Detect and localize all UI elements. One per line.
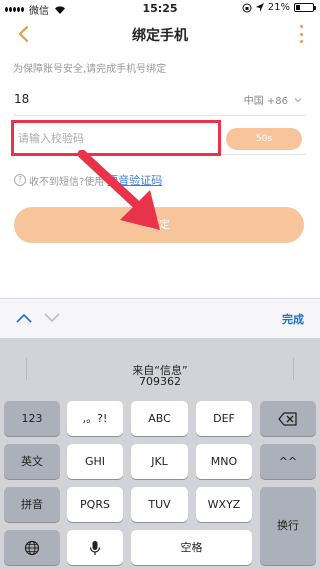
location-icon	[255, 3, 264, 12]
bind-hint-text: 为保障账号安全,请完成手机号绑定	[13, 64, 167, 75]
voice-code-row: ? 收不到短信?使用 语音验证码	[14, 172, 162, 188]
key-pqrs[interactable]: PQRS	[67, 487, 123, 522]
key-123[interactable]: 123	[4, 401, 60, 436]
key-pinyin[interactable]: 拼音	[4, 487, 60, 522]
resend-countdown-button[interactable]: 50s	[226, 128, 302, 150]
question-icon: ?	[14, 174, 26, 186]
key-english[interactable]: 英文	[4, 444, 60, 479]
phone-field[interactable]: 18	[14, 92, 29, 106]
space-key[interactable]: 空格	[131, 530, 252, 565]
chevron-down-icon[interactable]	[44, 313, 60, 323]
page-title: 绑定手机	[132, 28, 188, 44]
key-ghi[interactable]: GHI	[67, 444, 123, 479]
country-code-label: 中国 +86	[243, 96, 288, 107]
voice-code-link[interactable]: 语音验证码	[107, 172, 162, 188]
globe-key[interactable]	[4, 530, 60, 565]
rotation-lock-icon	[242, 3, 252, 12]
key-def[interactable]: DEF	[196, 401, 252, 436]
more-vertical-icon[interactable]	[298, 25, 304, 43]
battery-fill	[296, 5, 300, 10]
nav-bar: 绑定手机	[0, 18, 320, 50]
bind-button[interactable]: 绑定	[14, 207, 304, 243]
done-button[interactable]: 完成	[282, 311, 304, 327]
return-key[interactable]: 换行	[260, 487, 316, 565]
verification-code-input[interactable]	[18, 132, 208, 145]
code-row: 50s	[11, 120, 306, 156]
globe-icon	[24, 540, 40, 556]
key-tuv[interactable]: TUV	[131, 487, 188, 522]
code-suggestion[interactable]: 来自“信息” 709362	[0, 338, 320, 393]
suggestion-code: 709362	[139, 375, 181, 388]
microphone-icon	[89, 541, 101, 555]
backspace-key[interactable]	[260, 401, 316, 436]
status-bar: 微信 15:25 21%	[0, 0, 320, 18]
key-punctuation[interactable]: ,。?!	[67, 401, 123, 436]
backspace-icon	[278, 412, 297, 426]
key-emoticon[interactable]: ^^	[260, 444, 316, 479]
keyboard: 来自“信息” 709362 123 ,。?! ABC DEF 英文 GHI JK…	[0, 338, 320, 569]
battery-percent: 21%	[267, 2, 290, 13]
phone-row: 18 中国 +86	[14, 86, 306, 116]
chevron-up-icon[interactable]	[16, 313, 32, 323]
key-jkl[interactable]: JKL	[131, 444, 188, 479]
key-mno[interactable]: MNO	[196, 444, 252, 479]
status-right: 21%	[242, 2, 316, 13]
dictation-key[interactable]	[67, 530, 123, 565]
keyboard-toolbar: 完成	[0, 298, 320, 338]
no-sms-text: 收不到短信?使用	[29, 176, 105, 188]
key-wxyz[interactable]: WXYZ	[196, 487, 252, 522]
chevron-down-icon	[294, 97, 302, 102]
key-abc[interactable]: ABC	[131, 401, 188, 436]
country-code-select[interactable]: 中国 +86	[244, 92, 302, 107]
battery-icon	[294, 3, 316, 12]
